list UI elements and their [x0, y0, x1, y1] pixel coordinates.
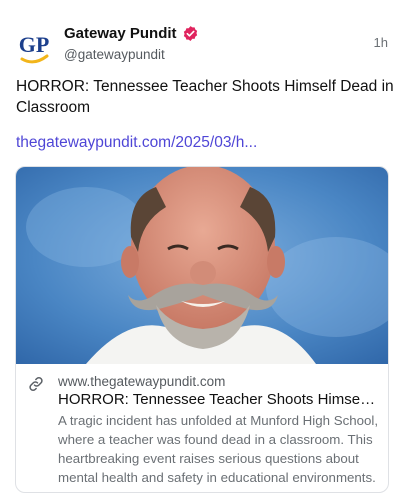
link-icon [27, 375, 45, 393]
link-preview-card[interactable]: www.thegatewaypundit.com HORROR: Tenness… [15, 166, 389, 493]
card-description: A tragic incident has unfolded at Munfor… [58, 413, 379, 485]
author-display-name[interactable]: Gateway Pundit [64, 24, 177, 43]
gateway-pundit-logo-icon: GP [19, 32, 50, 64]
avatar-logo-text: GP [19, 32, 50, 57]
author-name-row: Gateway Pundit [64, 24, 199, 43]
author-block: Gateway Pundit @gatewaypundit [64, 24, 199, 64]
card-domain: www.thegatewaypundit.com [58, 374, 226, 389]
card-image[interactable] [16, 167, 389, 364]
author-handle[interactable]: @gatewaypundit [64, 46, 199, 64]
avatar[interactable]: GP [14, 28, 54, 68]
post-link[interactable]: thegatewaypundit.com/2025/03/h... [16, 133, 257, 153]
card-title[interactable]: HORROR: Tennessee Teacher Shoots Himself… [58, 390, 378, 410]
verified-badge-icon [182, 25, 199, 42]
post-text: HORROR: Tennessee Teacher Shoots Himself… [16, 78, 394, 116]
card-meta: www.thegatewaypundit.com HORROR: Tenness… [16, 364, 388, 492]
post-timestamp[interactable]: 1h [374, 35, 388, 50]
post: GP Gateway Pundit @gatewaypundit 1h HORR… [0, 0, 404, 500]
